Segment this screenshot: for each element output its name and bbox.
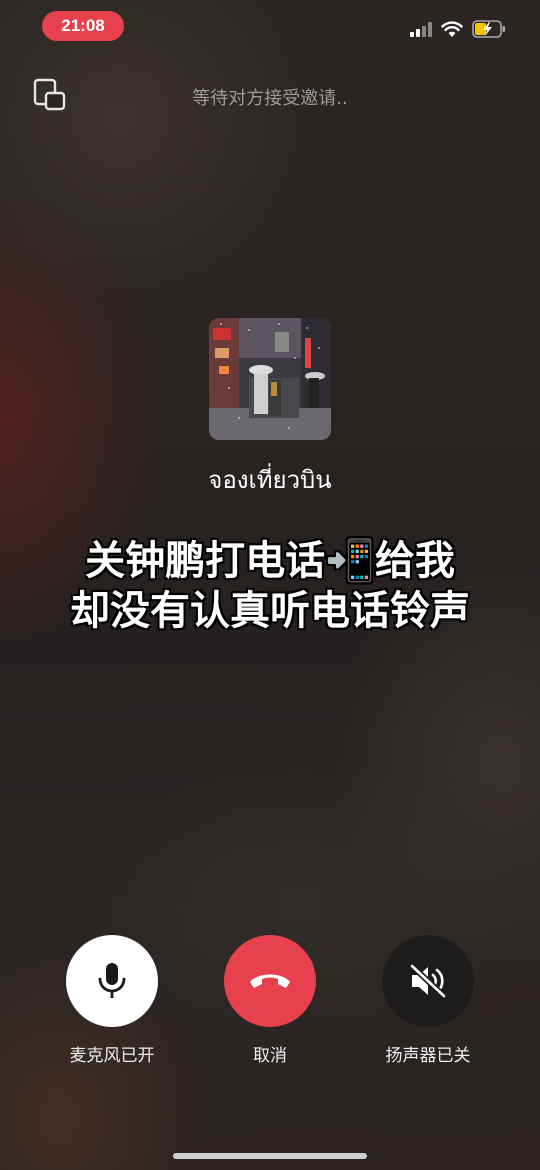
- caller-avatar: [209, 318, 331, 440]
- caption-line-1: 关钟鹏打电话📲给我: [85, 538, 455, 584]
- speaker-muted-icon: [409, 964, 447, 998]
- status-bar: 21:08: [0, 0, 540, 52]
- caption-line-2: 却没有认真听电话铃声: [70, 588, 470, 634]
- hang-up-label: 取消: [253, 1046, 287, 1066]
- microphone-label: 麦克风已开: [69, 1046, 155, 1066]
- call-status-text: 等待对方接受邀请..: [192, 88, 348, 109]
- status-time[interactable]: 21:08: [42, 11, 124, 41]
- home-indicator[interactable]: [173, 1153, 367, 1159]
- speaker-button[interactable]: [382, 935, 474, 1027]
- caller-name: จองเที่ยวบิน: [208, 466, 332, 494]
- battery-charging-icon: [472, 20, 505, 38]
- microphone-button[interactable]: [66, 935, 158, 1027]
- wifi-icon: [441, 21, 463, 37]
- hang-up-button[interactable]: [224, 935, 316, 1027]
- microphone-icon: [98, 963, 126, 998]
- speaker-label: 扬声器已关: [385, 1046, 471, 1066]
- overlay-caption: 关钟鹏打电话📲给我 却没有认真听电话铃声: [0, 536, 540, 636]
- hang-up-icon: [250, 974, 290, 988]
- avatar-image: [209, 318, 331, 440]
- signal-icon: [410, 22, 432, 37]
